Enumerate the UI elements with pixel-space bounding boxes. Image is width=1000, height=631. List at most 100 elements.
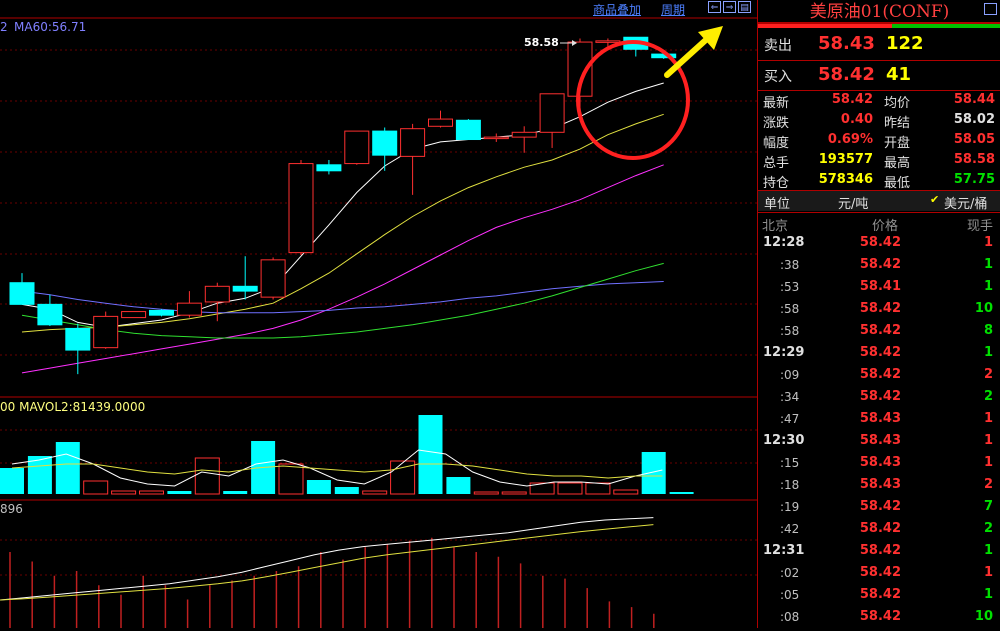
oi-line-white [0,517,654,601]
scroll-left-icon[interactable]: ⇐ [708,1,721,13]
tick-row: :19 58.42 7 [758,499,1000,521]
tick-row: :02 58.42 1 [758,565,1000,587]
candle-body-up [539,93,565,133]
candle-body-down [65,327,91,351]
tick-row: :18 58.43 2 [758,477,1000,499]
tick-time: :02 [780,566,800,580]
panel-separators [0,17,757,501]
candle-body-up [260,259,286,298]
divider [758,60,1000,61]
tick-time: :19 [780,500,800,514]
tick-time: :08 [780,610,800,624]
divider [758,212,1000,213]
sell-price: 58.43 [818,33,875,54]
moving-average-lines [21,82,664,374]
expand-panel-icon[interactable]: ▤ [738,1,751,13]
peak-label: 58.58 [524,36,559,49]
sell-label: 卖出 [764,38,792,54]
ticks-header-time: 北京 [762,219,789,234]
volume-bar-down [306,480,331,494]
tick-time: :58 [780,324,800,338]
ma-line-white [21,82,664,328]
tick-price: 58.42 [859,587,901,602]
candle-body-up [93,315,119,349]
buy-price: 58.42 [818,64,875,85]
tick-price: 58.43 [859,411,901,426]
kline-chart-area[interactable]: 2 MA60:56.71 58.58 00 MAVOL2:81439.0000 … [0,0,757,628]
stat-row: 幅度 0.69% 开盘 58.05 [758,132,1000,152]
stat-value: 193577 [818,152,873,167]
stat-value: 0.69% [827,132,873,147]
symbol-header: 美原油01(CONF) [758,0,1000,24]
tick-price: 58.43 [859,455,901,470]
stat-value: 58.42 [831,92,873,107]
period-button[interactable]: 周期 [661,1,685,18]
candle-body-up [204,285,230,303]
tick-time: 12:31 [763,543,805,558]
volume-ma-lines [11,449,663,487]
stat-value: 58.58 [953,152,995,167]
tick-price: 58.42 [859,543,901,558]
tick-qty: 1 [983,565,993,580]
candle-body-up [483,136,509,140]
candle-body-up [400,128,426,157]
stat-label: 昨结 [884,116,911,131]
tick-qty: 1 [983,235,993,250]
tick-time: 12:28 [763,235,805,250]
overlay-commodity-button[interactable]: 商品叠加 [593,1,641,18]
stat-value: 57.75 [953,172,995,187]
tick-time: :42 [780,522,800,536]
volume-bar-up [501,491,527,495]
volume-bar-down [0,468,24,494]
stat-label: 开盘 [884,136,911,151]
divider [758,90,1000,91]
tick-qty: 1 [983,587,993,602]
tick-row: :53 58.41 1 [758,279,1000,301]
volume-bar-up [111,490,137,495]
candle-body-down [9,282,35,305]
tick-price: 58.41 [859,279,901,294]
tick-price: 58.42 [859,521,901,536]
volume-bar-down [334,487,359,494]
tick-price: 58.42 [859,389,901,404]
tick-row: 12:31 58.42 1 [758,543,1000,565]
window-restore-icon[interactable] [984,3,997,15]
ma60-readout: MA60:56.71 [14,20,87,34]
tick-row: 12:29 58.42 1 [758,345,1000,367]
tick-time: :58 [780,302,800,316]
ma-line-blue [21,281,664,314]
candle-body-up [595,40,621,43]
tick-row: :58 58.42 10 [758,301,1000,323]
tick-qty: 2 [983,389,993,404]
candle-body-up [428,118,453,127]
volume-bar-down [223,491,248,494]
volume-bar-up [473,491,499,495]
tick-time: 12:30 [763,433,805,448]
unit-option-usd-barrel[interactable]: 美元/桶 [944,193,987,212]
candle-body-down [37,303,63,326]
volume-ma-white [11,449,663,487]
tick-row: :47 58.43 1 [758,411,1000,433]
tick-price: 58.42 [859,301,901,316]
kline-svg[interactable] [0,0,757,628]
stat-row: 最新 58.42 均价 58.44 [758,92,1000,112]
tick-time: :18 [780,478,800,492]
ticks-header-price: 价格 [872,219,899,234]
unit-row: 单位 元/吨 ✔ 美元/桶 [758,191,1000,212]
buy-sell-ratio-bar [758,24,1000,28]
buy-label: 买入 [764,69,792,85]
volume-bar-up [585,482,611,495]
volume-bar-up [613,489,639,495]
stat-value: 58.05 [953,132,995,147]
stat-label: 最低 [884,176,911,191]
volume-bar-up [194,457,220,495]
unit-option-yuan-ton[interactable]: 元/吨 [838,193,868,212]
stat-row: 总手 193577 最高 58.58 [758,152,1000,172]
candle-body-up [288,163,314,254]
tick-qty: 10 [974,609,993,624]
candle-body-up [344,130,370,165]
volume-bar-down [55,442,80,494]
stat-label: 总手 [763,156,790,171]
scroll-right-icon[interactable]: ⇒ [723,1,736,13]
tick-qty: 2 [983,367,993,382]
